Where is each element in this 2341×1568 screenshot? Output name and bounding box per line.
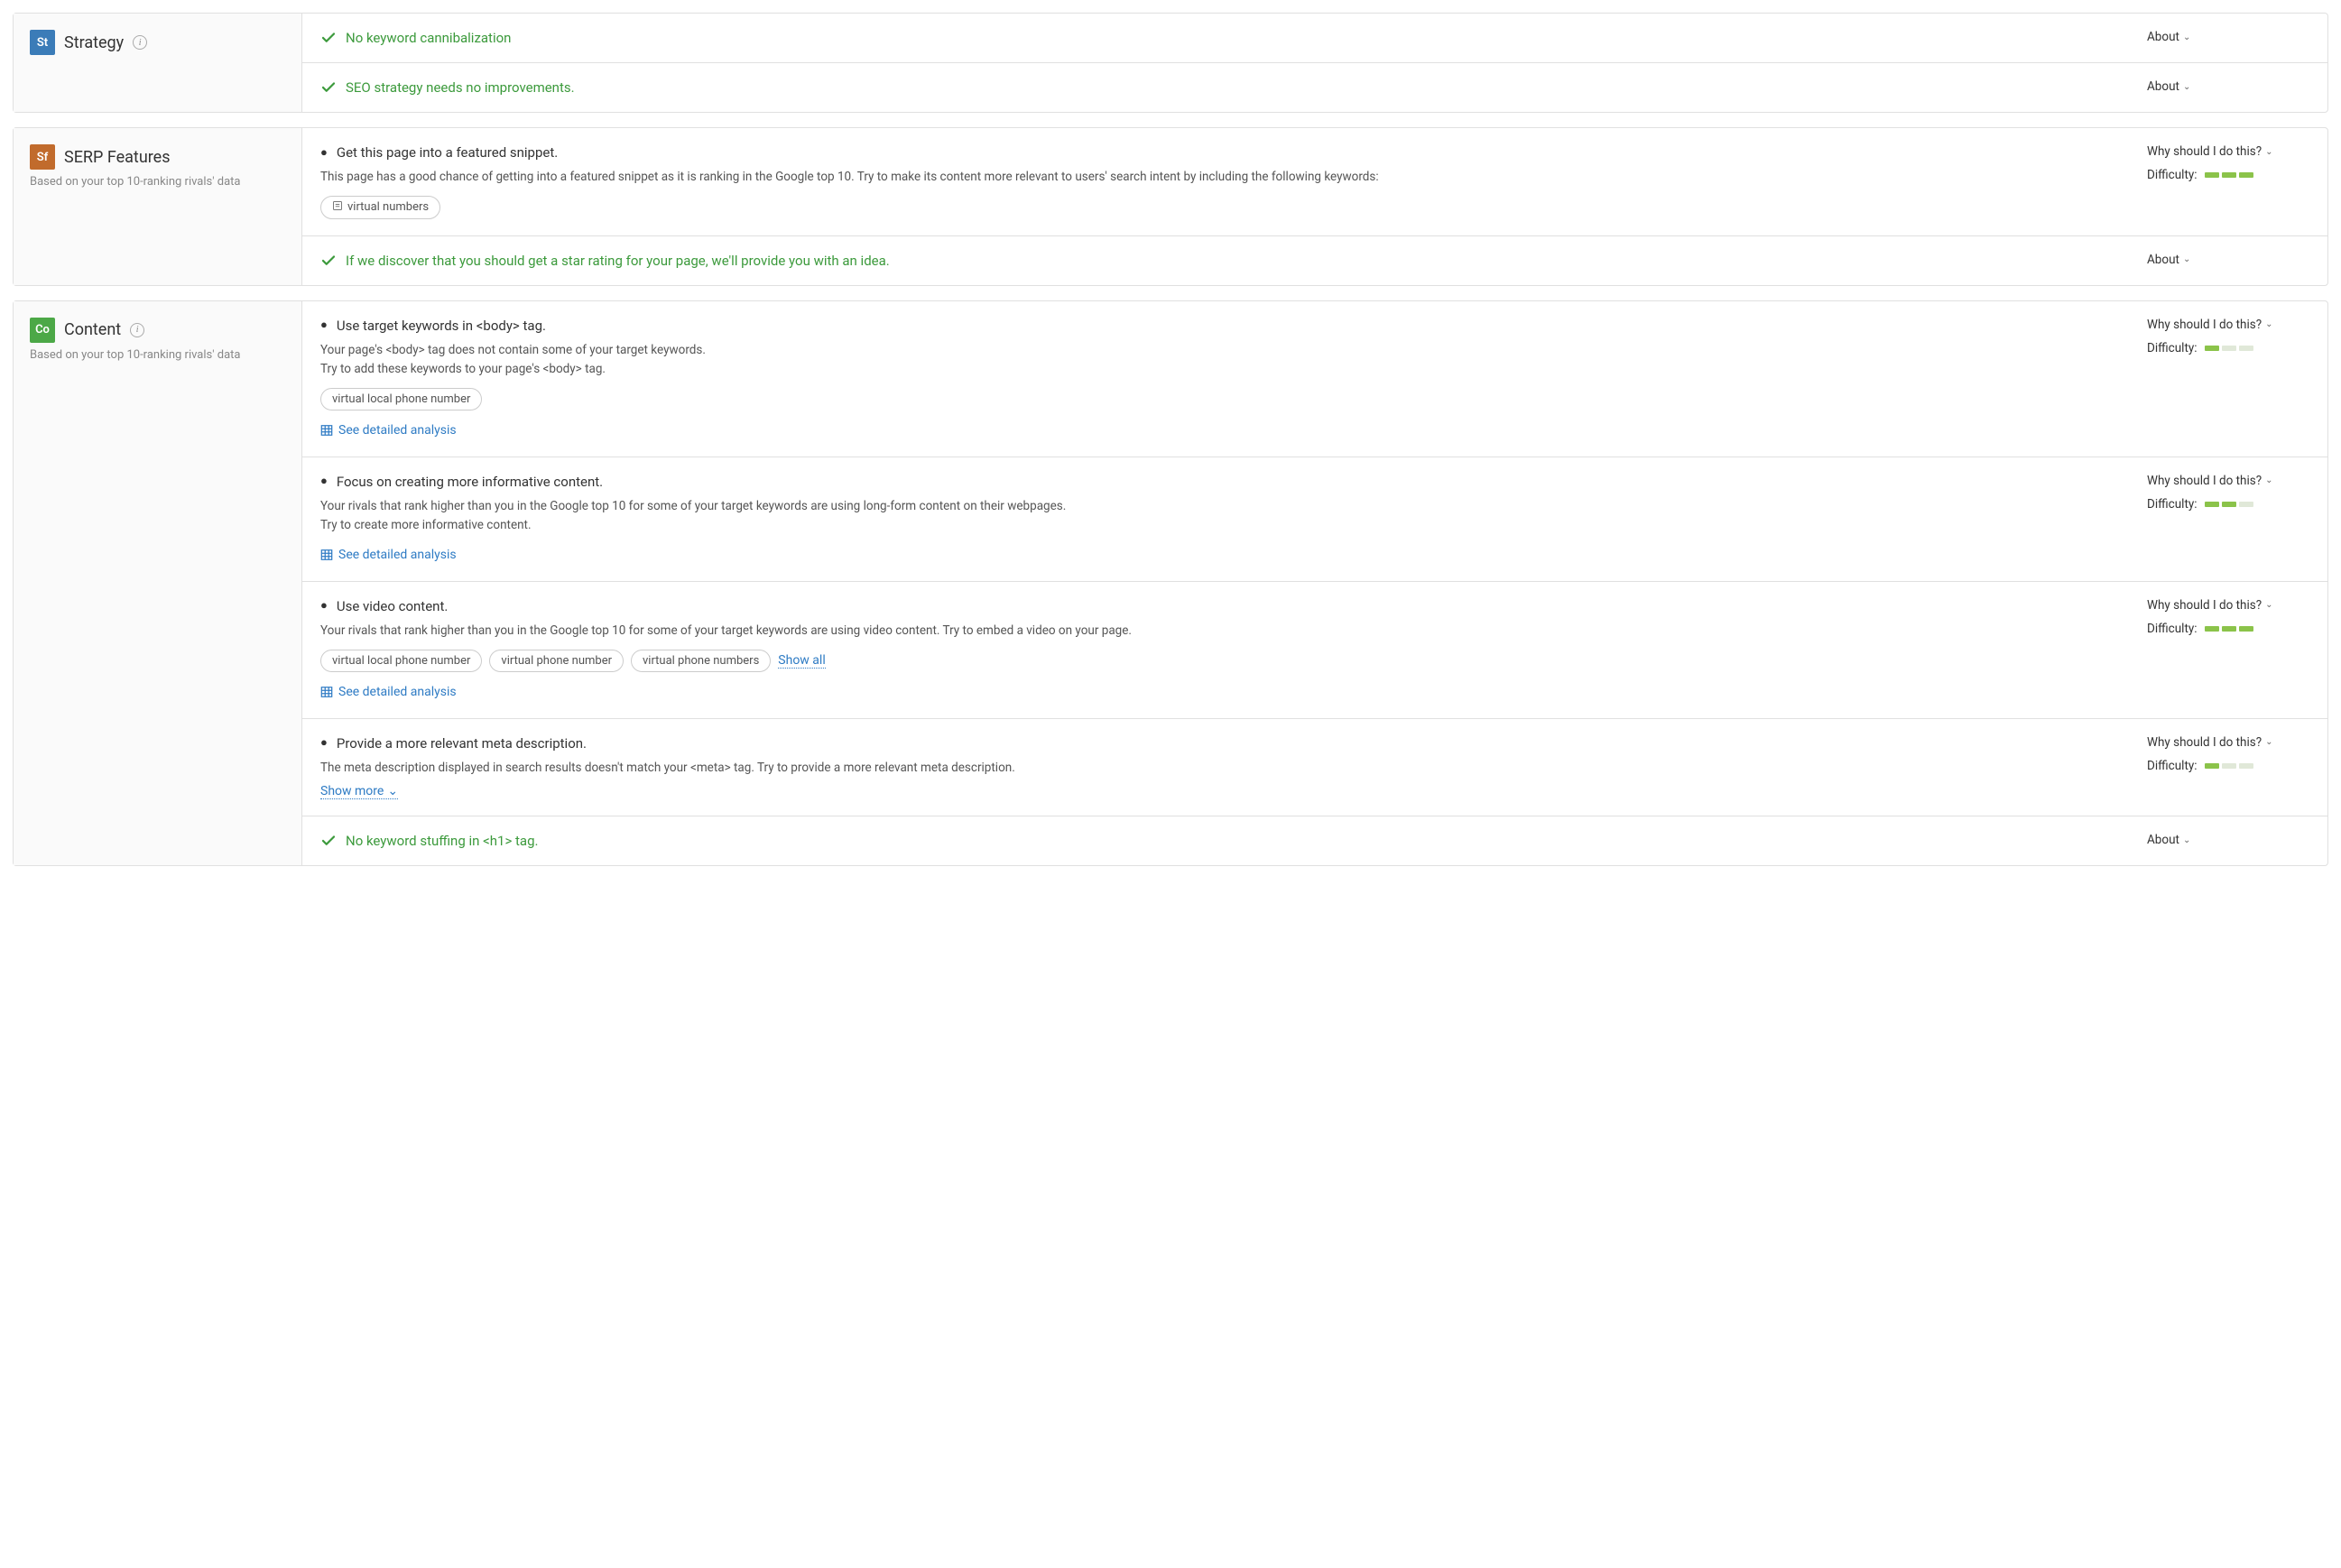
difficulty-bars	[2205, 346, 2253, 351]
detailed-analysis-link[interactable]: See detailed analysis	[320, 423, 457, 438]
section-subtitle: Based on your top 10-ranking rivals' dat…	[30, 348, 285, 362]
row: ● Get this page into a featured snippet.…	[302, 128, 2327, 236]
row: ● Use video content. Your rivals that ran…	[302, 582, 2327, 719]
chevron-down-icon: ⌄	[2265, 737, 2272, 747]
why-toggle[interactable]: Why should I do this?⌄	[2147, 735, 2273, 750]
snippet-icon	[332, 200, 343, 215]
row-title: Use video content.	[337, 598, 448, 614]
row-title: If we discover that you should get a sta…	[346, 253, 890, 269]
row-description: Your rivals that rank higher than you in…	[320, 622, 2133, 641]
section-content: Co Content i Based on your top 10-rankin…	[13, 300, 2328, 867]
row-description: This page has a good chance of getting i…	[320, 168, 2133, 187]
keyword-pill[interactable]: virtual numbers	[320, 196, 440, 219]
chevron-down-icon: ⌄	[2265, 319, 2272, 329]
row: No keyword stuffing in <h1> tag. About⌄	[302, 816, 2327, 865]
section-serp-features: Sf SERP Features Based on your top 10-ra…	[13, 127, 2328, 286]
row-title: Provide a more relevant meta description…	[337, 735, 587, 752]
about-toggle[interactable]: About⌄	[2147, 79, 2190, 94]
difficulty: Difficulty:	[2147, 759, 2309, 773]
row: If we discover that you should get a sta…	[302, 236, 2327, 285]
keyword-pill[interactable]: virtual phone number	[489, 650, 624, 672]
check-icon	[320, 79, 337, 96]
difficulty: Difficulty:	[2147, 168, 2309, 182]
section-rows: ● Use target keywords in <body> tag. Your…	[302, 301, 2327, 866]
why-toggle[interactable]: Why should I do this?⌄	[2147, 144, 2273, 159]
why-toggle[interactable]: Why should I do this?⌄	[2147, 318, 2273, 332]
row: ● Provide a more relevant meta descriptio…	[302, 719, 2327, 817]
row-title: No keyword cannibalization	[346, 30, 511, 46]
row-title: Focus on creating more informative conte…	[337, 474, 603, 490]
section-title: Content	[64, 320, 121, 339]
show-more-link[interactable]: Show more⌄	[320, 784, 398, 799]
table-icon	[320, 549, 333, 561]
detailed-analysis-link[interactable]: See detailed analysis	[320, 685, 457, 699]
chevron-down-icon: ⌄	[2183, 82, 2190, 92]
keyword-pill[interactable]: virtual local phone number	[320, 650, 482, 672]
row-title: No keyword stuffing in <h1> tag.	[346, 833, 538, 849]
difficulty: Difficulty:	[2147, 341, 2309, 355]
section-badge-strategy: St	[30, 30, 55, 55]
row-title: Get this page into a featured snippet.	[337, 144, 558, 161]
row-description: The meta description displayed in search…	[320, 759, 2133, 778]
row: ● Focus on creating more informative cont…	[302, 457, 2327, 582]
section-title: SERP Features	[64, 148, 171, 167]
section-header: Sf SERP Features Based on your top 10-ra…	[14, 128, 302, 285]
row-description: Your page's <body> tag does not contain …	[320, 341, 2133, 379]
why-toggle[interactable]: Why should I do this?⌄	[2147, 598, 2273, 613]
section-badge-content: Co	[30, 318, 55, 343]
difficulty: Difficulty:	[2147, 622, 2309, 636]
difficulty-bars	[2205, 502, 2253, 507]
bullet-icon: ●	[320, 600, 328, 612]
keyword-pill[interactable]: virtual local phone number	[320, 388, 482, 410]
why-toggle[interactable]: Why should I do this?⌄	[2147, 474, 2273, 488]
row: ● Use target keywords in <body> tag. Your…	[302, 301, 2327, 457]
section-title: Strategy	[64, 33, 124, 52]
show-all-link[interactable]: Show all	[778, 653, 825, 669]
chevron-down-icon: ⌄	[2265, 147, 2272, 157]
row-title: SEO strategy needs no improvements.	[346, 79, 575, 96]
section-subtitle: Based on your top 10-ranking rivals' dat…	[30, 175, 285, 189]
difficulty-bars	[2205, 626, 2253, 632]
section-header: Co Content i Based on your top 10-rankin…	[14, 301, 302, 866]
table-icon	[320, 424, 333, 437]
row-title: Use target keywords in <body> tag.	[337, 318, 546, 334]
section-header: St Strategy i	[14, 14, 302, 112]
row-description: Your rivals that rank higher than you in…	[320, 497, 2133, 535]
bullet-icon: ●	[320, 737, 328, 749]
section-badge-serp: Sf	[30, 144, 55, 170]
about-toggle[interactable]: About⌄	[2147, 30, 2190, 44]
keyword-pill[interactable]: virtual phone numbers	[631, 650, 771, 672]
chevron-down-icon: ⌄	[2265, 475, 2272, 485]
section-rows: ● Get this page into a featured snippet.…	[302, 128, 2327, 285]
section-rows: No keyword cannibalization About⌄ SEO st…	[302, 14, 2327, 112]
bullet-icon: ●	[320, 319, 328, 331]
bullet-icon: ●	[320, 475, 328, 487]
detailed-analysis-link[interactable]: See detailed analysis	[320, 548, 457, 562]
row: No keyword cannibalization About⌄	[302, 14, 2327, 63]
chevron-down-icon: ⌄	[2183, 32, 2190, 42]
section-strategy: St Strategy i No keyword cannibalization…	[13, 13, 2328, 113]
table-icon	[320, 686, 333, 698]
row: SEO strategy needs no improvements. Abou…	[302, 63, 2327, 112]
about-toggle[interactable]: About⌄	[2147, 253, 2190, 267]
difficulty-bars	[2205, 172, 2253, 178]
info-icon[interactable]: i	[133, 35, 147, 50]
about-toggle[interactable]: About⌄	[2147, 833, 2190, 847]
check-icon	[320, 253, 337, 269]
chevron-down-icon: ⌄	[2183, 835, 2190, 845]
info-icon[interactable]: i	[130, 323, 144, 337]
check-icon	[320, 833, 337, 849]
chevron-down-icon: ⌄	[2183, 254, 2190, 264]
chevron-down-icon: ⌄	[387, 784, 398, 798]
chevron-down-icon: ⌄	[2265, 600, 2272, 610]
bullet-icon: ●	[320, 147, 328, 159]
check-icon	[320, 30, 337, 46]
difficulty: Difficulty:	[2147, 497, 2309, 512]
difficulty-bars	[2205, 763, 2253, 769]
